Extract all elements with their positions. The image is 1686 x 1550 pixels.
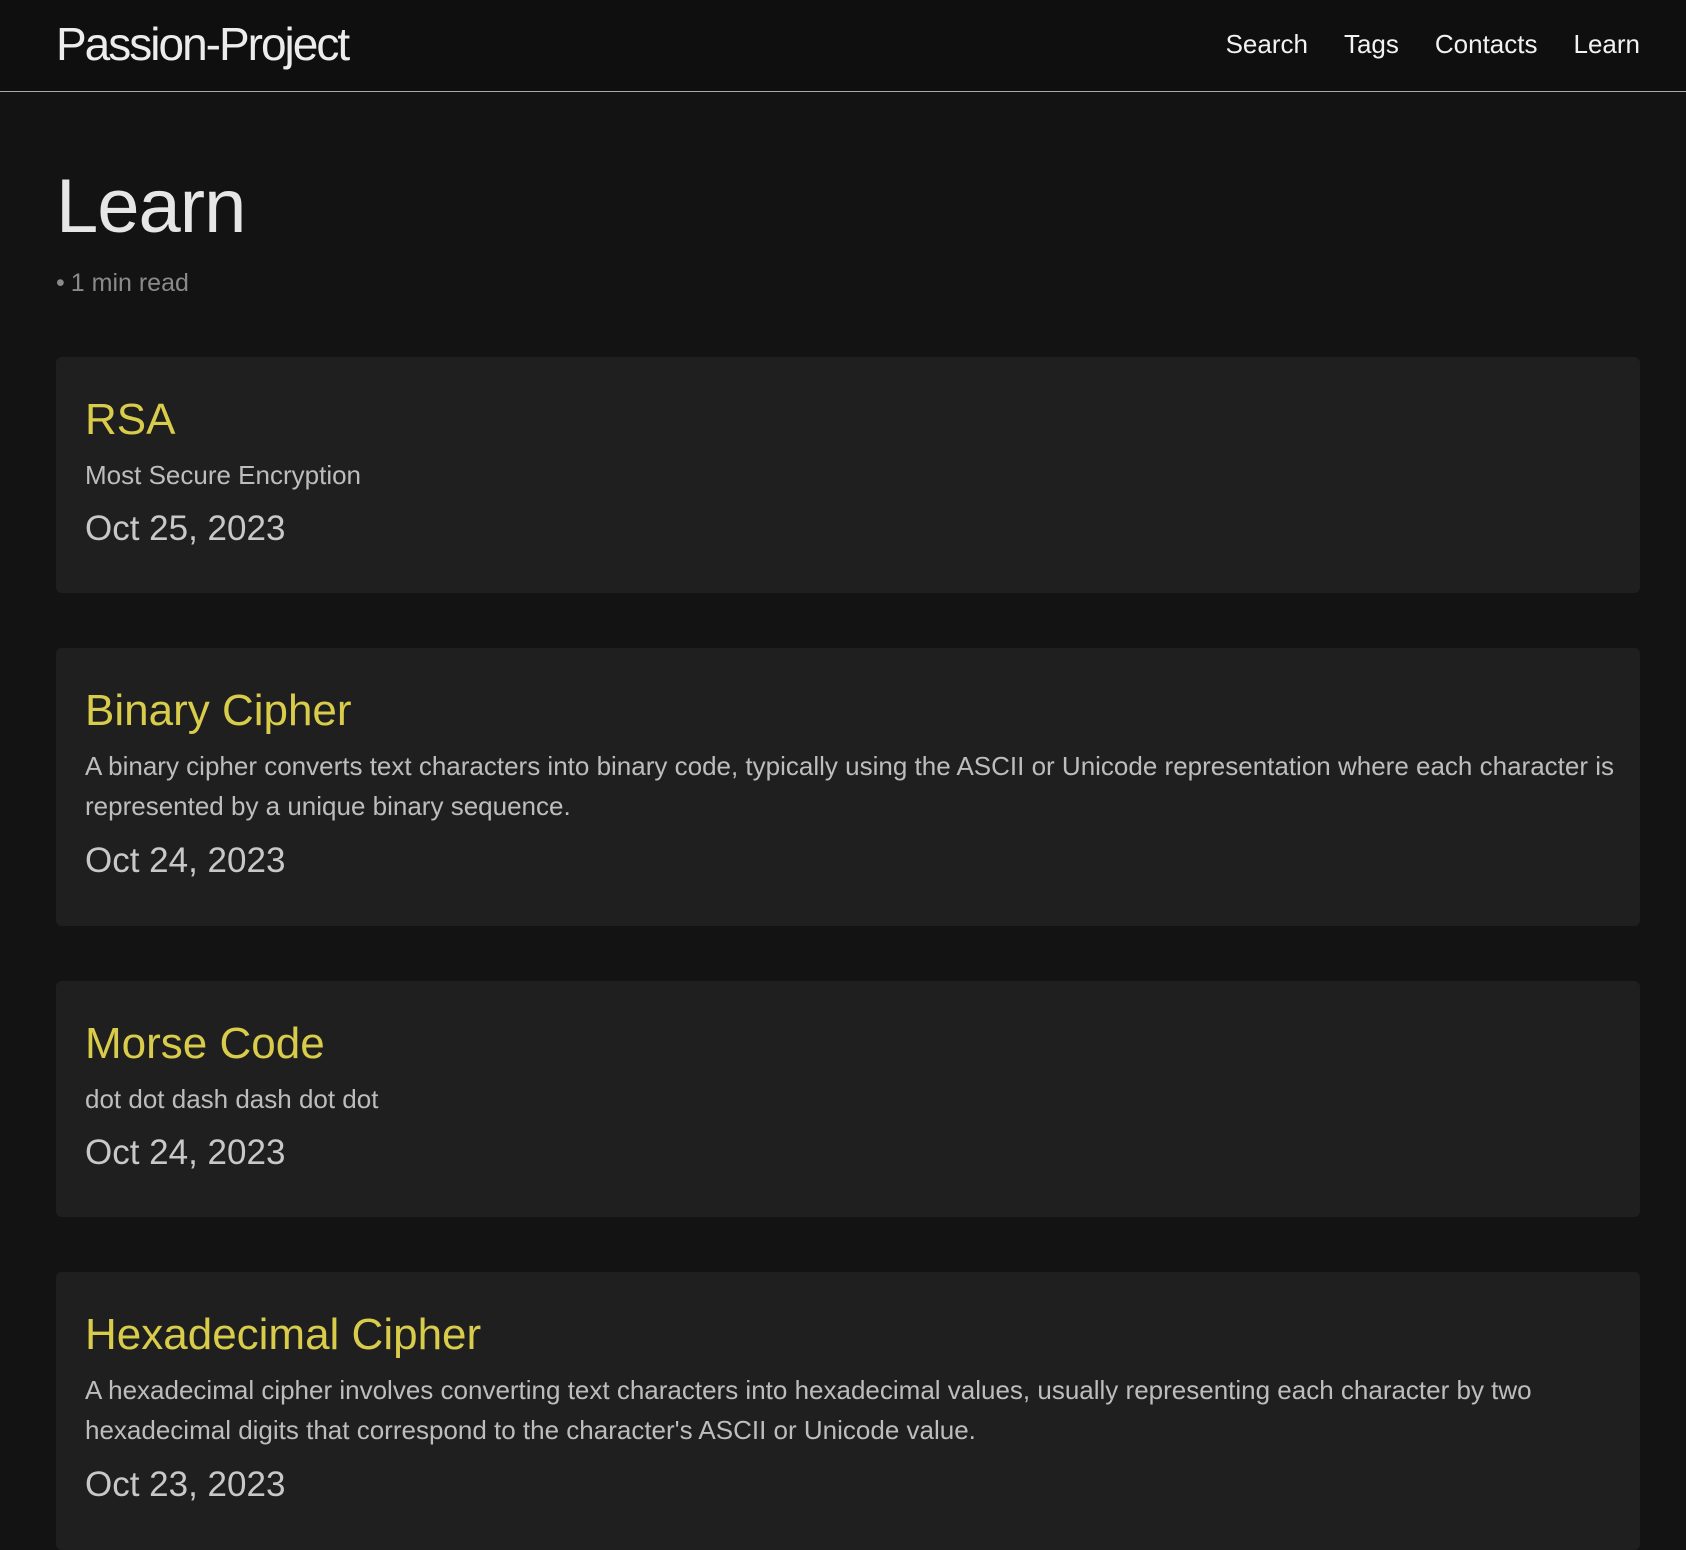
page-title: Learn <box>56 164 246 249</box>
nav-tags[interactable]: Tags <box>1344 26 1399 62</box>
post-card-rsa[interactable]: RSA Most Secure Encryption Oct 25, 2023 <box>56 357 1640 593</box>
nav-search[interactable]: Search <box>1226 26 1308 62</box>
post-description: dot dot dash dash dot dot <box>85 1084 379 1114</box>
post-title[interactable]: RSA <box>85 393 175 447</box>
nav-contacts[interactable]: Contacts <box>1435 26 1538 62</box>
post-date: Oct 23, 2023 <box>85 1465 286 1504</box>
post-title[interactable]: Morse Code <box>85 1017 325 1071</box>
post-date: Oct 25, 2023 <box>85 509 286 548</box>
site-title-link[interactable]: Passion-Project <box>56 16 350 72</box>
post-description: A binary cipher converts text characters… <box>85 751 1614 821</box>
read-time: • 1 min read <box>56 266 189 300</box>
post-card-binary-cipher[interactable]: Binary Cipher A binary cipher converts t… <box>56 648 1640 926</box>
read-time-label: 1 min read <box>70 269 189 297</box>
site-header: Passion-Project Search Tags Contacts Lea… <box>0 0 1686 92</box>
main-nav: Search Tags Contacts Learn <box>1226 26 1640 62</box>
post-description: Most Secure Encryption <box>85 460 362 490</box>
post-title[interactable]: Binary Cipher <box>85 684 352 738</box>
post-title[interactable]: Hexadecimal Cipher <box>85 1308 481 1362</box>
post-description: A hexadecimal cipher involves converting… <box>85 1375 1532 1445</box>
post-date: Oct 24, 2023 <box>85 841 286 880</box>
nav-learn[interactable]: Learn <box>1574 26 1641 62</box>
post-date: Oct 24, 2023 <box>85 1133 286 1172</box>
post-card-hexadecimal-cipher[interactable]: Hexadecimal Cipher A hexadecimal cipher … <box>56 1272 1640 1550</box>
post-card-morse-code[interactable]: Morse Code dot dot dash dash dot dot Oct… <box>56 981 1640 1217</box>
bullet-dot: • <box>56 269 65 297</box>
